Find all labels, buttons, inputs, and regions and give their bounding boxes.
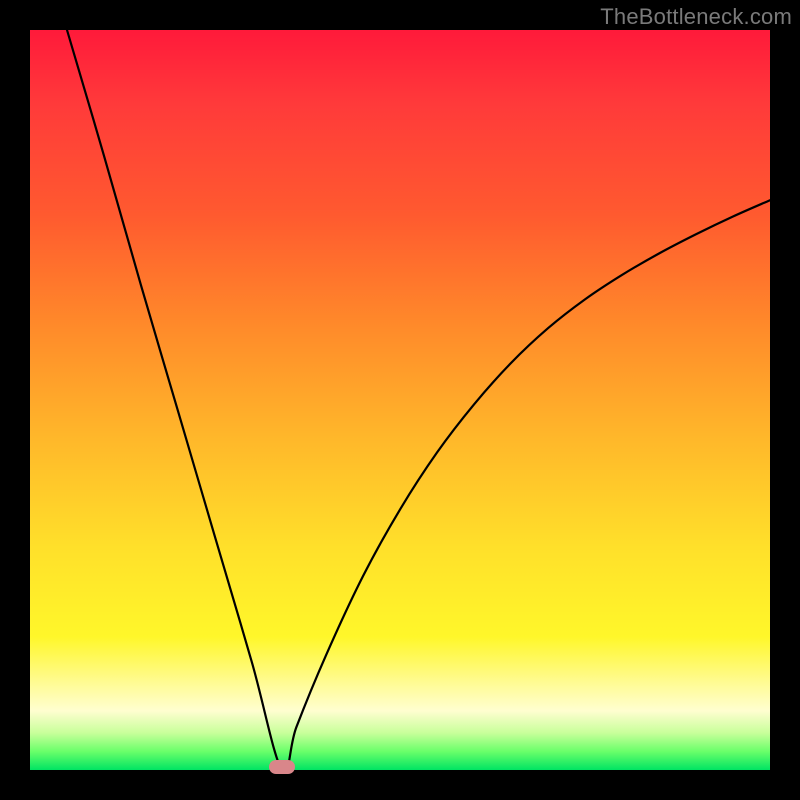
chart-stage: TheBottleneck.com <box>0 0 800 800</box>
minimum-marker <box>269 760 295 774</box>
curve-svg <box>30 30 770 770</box>
plot-area <box>30 30 770 770</box>
watermark-text: TheBottleneck.com <box>600 4 792 30</box>
bottleneck-curve <box>67 30 770 772</box>
